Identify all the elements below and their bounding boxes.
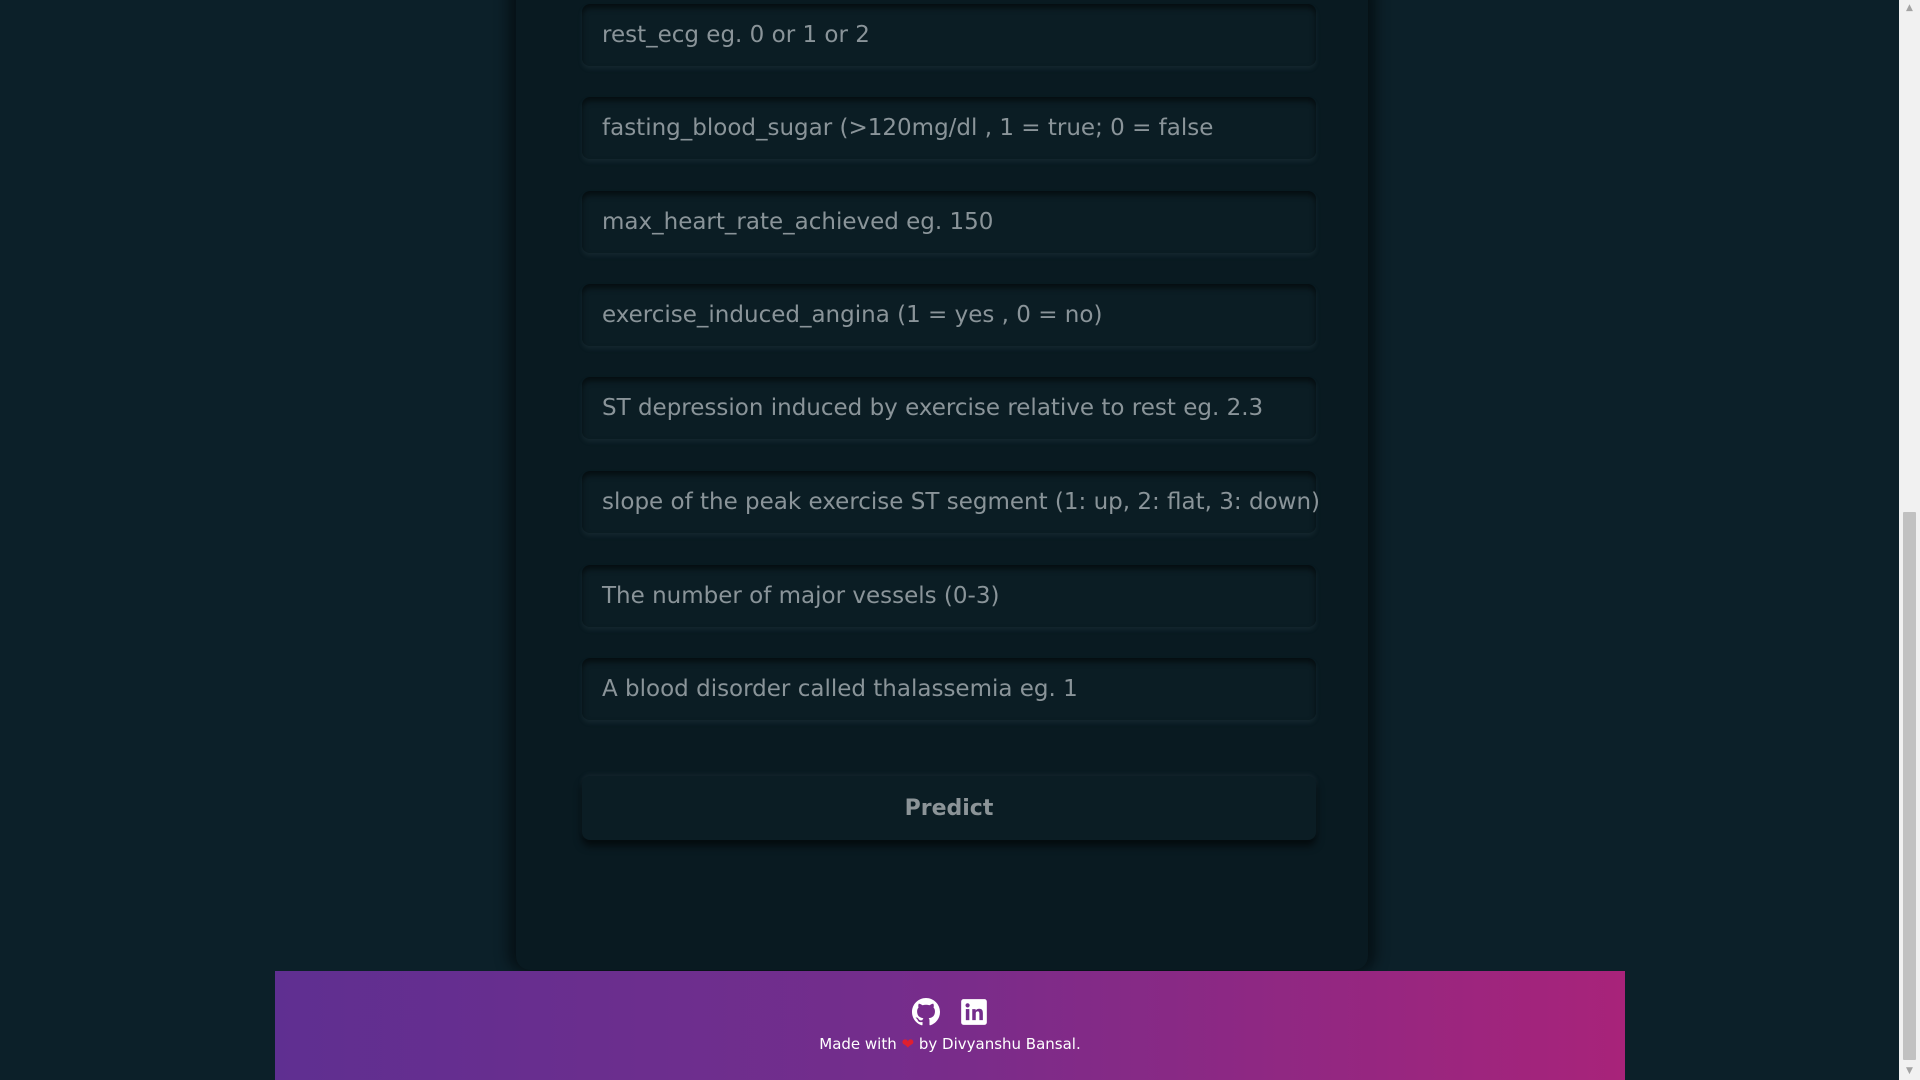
heart-icon: ❤ [901,1035,915,1053]
major-vessels-placeholder: The number of major vessels (0-3) [602,583,1000,609]
linkedin-icon [961,999,987,1025]
page-viewport: rest_ecg eg. 0 or 1 or 2 fasting_blood_s… [0,0,1899,1080]
scroll-up-arrow-icon[interactable]: ▲ [1899,0,1920,17]
github-link[interactable] [912,998,940,1026]
vertical-scrollbar[interactable]: ▲ ▼ [1899,0,1920,1080]
st-depression-placeholder: ST depression induced by exercise relati… [602,395,1264,421]
scrollbar-thumb[interactable] [1903,512,1916,1060]
footer-author: by Divyanshu Bansal. [918,1035,1081,1053]
max-heart-rate-input[interactable]: max_heart_rate_achieved eg. 150 [582,191,1316,253]
exercise-induced-angina-placeholder: exercise_induced_angina (1 = yes , 0 = n… [602,302,1103,328]
footer-social-links [275,998,1625,1026]
github-icon [912,998,940,1026]
predict-button[interactable]: Predict [582,776,1316,840]
linkedin-link[interactable] [960,998,988,1026]
predict-button-label: Predict [904,795,994,821]
max-heart-rate-placeholder: max_heart_rate_achieved eg. 150 [602,209,994,235]
fasting-blood-sugar-input[interactable]: fasting_blood_sugar (>120mg/dl , 1 = tru… [582,97,1316,159]
rest-ecg-placeholder: rest_ecg eg. 0 or 1 or 2 [602,22,870,48]
st-depression-input[interactable]: ST depression induced by exercise relati… [582,377,1316,439]
fasting-blood-sugar-placeholder: fasting_blood_sugar (>120mg/dl , 1 = tru… [602,115,1214,141]
footer-credit: Made with ❤ by Divyanshu Bansal. [275,1035,1625,1053]
footer-made-with: Made with [819,1035,897,1053]
thalassemia-placeholder: A blood disorder called thalassemia eg. … [602,676,1078,702]
major-vessels-input[interactable]: The number of major vessels (0-3) [582,565,1316,627]
st-slope-input[interactable]: slope of the peak exercise ST segment (1… [582,471,1320,533]
rest-ecg-input[interactable]: rest_ecg eg. 0 or 1 or 2 [582,4,1316,66]
thalassemia-input[interactable]: A blood disorder called thalassemia eg. … [582,658,1316,720]
st-slope-placeholder: slope of the peak exercise ST segment (1… [602,489,1321,515]
scroll-down-arrow-icon[interactable]: ▼ [1899,1063,1920,1080]
footer: Made with ❤ by Divyanshu Bansal. [275,971,1625,1080]
exercise-induced-angina-input[interactable]: exercise_induced_angina (1 = yes , 0 = n… [582,284,1316,346]
